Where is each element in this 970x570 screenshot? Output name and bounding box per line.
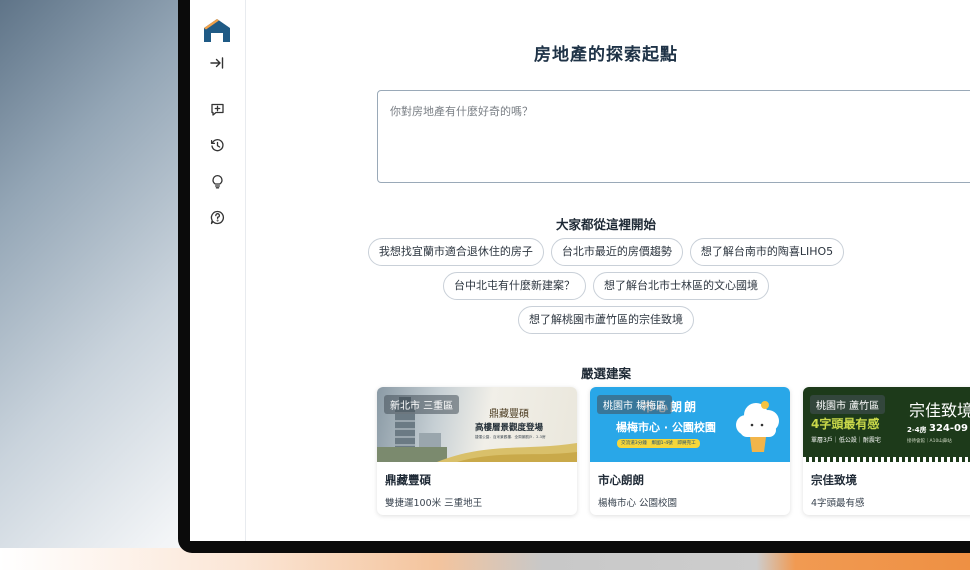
app-screen: 房地產的探索起點 大家都從這裡開始 我想找宜蘭市適合退休住的房子 台北市最近的房… [190,0,970,541]
banner-rooms: 2-4房 [907,426,927,434]
project-name: 市心朗朗 [598,473,644,487]
suggestion-chip[interactable]: 台中北屯有什麼新建案？ [443,272,586,300]
brand-logo-icon[interactable] [202,16,232,44]
banner-headline: 高樓層景觀度登場 [475,423,544,433]
banner-phone: 324-09 [929,423,968,434]
history-icon [210,138,225,157]
history-button[interactable] [205,135,229,159]
project-name: 鼎藏豐碩 [385,473,431,487]
sidebar [190,0,246,541]
collapse-sidebar-button[interactable] [205,52,229,76]
project-card[interactable]: 宗佳致境 4字頭最有感 2-4房 324-09 單層3戶｜低公設｜耐震宅 接待會… [803,387,970,515]
arrow-to-right-icon [210,55,224,74]
project-subtitle: 雙捷運100米 三重地王 [385,498,483,509]
banner-stripe [803,457,970,462]
question-bubble-icon [210,210,225,229]
monitor-frame: 房地產的探索起點 大家都從這裡開始 我想找宜蘭市適合退休住的房子 台北市最近的房… [178,0,970,553]
banner-headline: 4字頭最有感 [811,417,880,431]
project-subtitle: 4字頭最有感 [811,498,865,509]
project-banner-image: 鼎藏豐碩 高樓層景觀度登場 捷運公園．百米景觀樓．全周景觀戶．2-3房 新北市 … [377,387,577,462]
banner-small-text: 交流道3分鐘 鄰國1-4號 即將完工 [617,439,700,448]
suggestion-chip[interactable]: 想了解桃園市蘆竹區的宗佳致境 [518,306,694,334]
suggestion-chip[interactable]: 想了解台北市士林區的文心國境 [593,272,769,300]
main-content: 房地產的探索起點 大家都從這裡開始 我想找宜蘭市適合退休住的房子 台北市最近的房… [246,0,970,541]
suggestion-row: 想了解桃園市蘆竹區的宗佳致境 [246,306,966,334]
suggestion-chip[interactable]: 台北市最近的房價趨勢 [550,238,683,266]
banner-headline: 楊梅市心 · 公園校園 [616,421,716,434]
project-banner-image: 市心朗朗 楊梅市心 · 公園校園 交流道3分鐘 鄰國1-4號 即將完工 桃園市 … [590,387,790,462]
suggestion-chip[interactable]: 我想找宜蘭市適合退休住的房子 [367,238,544,266]
page-title: 房地產的探索起點 [534,45,678,65]
tips-button[interactable] [205,171,229,195]
suggestions-heading: 大家都從這裡開始 [555,217,656,232]
help-button[interactable] [205,207,229,231]
question-input[interactable] [377,90,970,183]
banner-tiny-text: 接待會館｜A10山鼻站 [907,439,952,444]
project-banner-image: 宗佳致境 4字頭最有感 2-4房 324-09 單層3戶｜低公設｜耐震宅 接待會… [803,387,970,462]
suggestion-row: 台中北屯有什麼新建案？ 想了解台北市士林區的文心國境 [246,272,966,300]
location-tag: 桃園市 楊梅區 [597,395,673,414]
featured-heading: 嚴選建案 [580,366,631,381]
new-chat-button[interactable] [205,99,229,123]
project-name: 宗佳致境 [811,473,857,487]
banner-small-text: 捷運公園．百米景觀樓．全周景觀戶．2-3房 [475,435,546,439]
suggestion-chip[interactable]: 想了解台南市的陶喜LIHO5 [689,238,845,266]
location-tag: 桃園市 蘆竹區 [810,395,886,414]
banner-small-text: 單層3戶｜低公設｜耐震宅 [811,437,881,444]
banner-brand: 鼎藏豐碩 [489,409,529,420]
project-card[interactable]: 鼎藏豐碩 高樓層景觀度登場 捷運公園．百米景觀樓．全周景觀戶．2-3房 新北市 … [377,387,577,515]
project-card[interactable]: 市心朗朗 楊梅市心 · 公園校園 交流道3分鐘 鄰國1-4號 即將完工 桃園市 … [590,387,790,515]
cloud-mascot-icon [736,401,779,452]
project-subtitle: 楊梅市心 公園校園 [598,498,678,509]
chat-plus-icon [210,102,225,121]
suggestion-row: 我想找宜蘭市適合退休住的房子 台北市最近的房價趨勢 想了解台南市的陶喜LIHO5 [246,238,966,266]
location-tag: 新北市 三重區 [384,395,460,414]
banner-brand: 宗佳致境 [909,401,970,420]
lightbulb-icon [210,174,225,193]
